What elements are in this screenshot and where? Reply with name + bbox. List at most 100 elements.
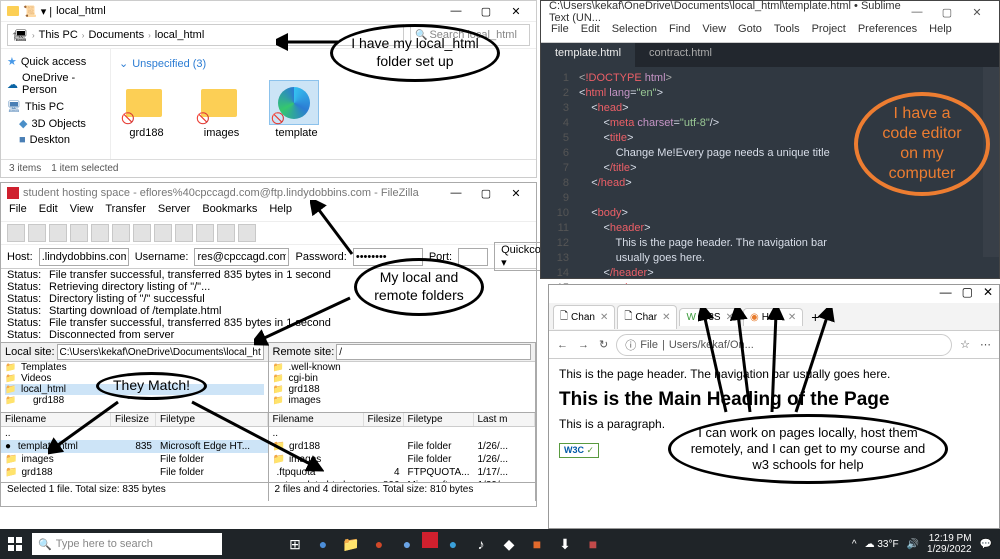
toolbar-button[interactable] <box>133 224 151 242</box>
tab-w3s[interactable]: W W3S✕ <box>679 308 741 326</box>
app-icon[interactable]: ⬇ <box>552 532 578 556</box>
crumb-localhtml[interactable]: local_html <box>155 29 205 41</box>
tree-item[interactable]: local_html <box>5 384 264 395</box>
toolbar-button[interactable] <box>175 224 193 242</box>
app-icon[interactable]: ♪ <box>468 532 494 556</box>
close-button[interactable]: ✕ <box>963 6 991 19</box>
group-header[interactable]: Unspecified (3) <box>119 53 528 74</box>
forward-button[interactable]: → <box>576 339 591 351</box>
user-input[interactable] <box>194 248 289 266</box>
menu-view[interactable]: View <box>702 23 726 42</box>
code-editor[interactable]: 123456789101112131415 <!DOCTYPE html> <h… <box>541 67 999 300</box>
app-icon[interactable]: ● <box>366 532 392 556</box>
start-button[interactable] <box>0 529 30 559</box>
minimap[interactable] <box>983 67 999 257</box>
list-item[interactable]: .ftpquota4FTPQUOTA...1/17/... <box>269 466 536 479</box>
tree-item[interactable]: grd188 <box>273 384 532 395</box>
menu-help[interactable]: Help <box>929 23 952 42</box>
toolbar-button[interactable] <box>70 224 88 242</box>
back-button[interactable]: ← <box>555 339 570 351</box>
toolbar-button[interactable] <box>238 224 256 242</box>
tree-item[interactable]: cgi-bin <box>273 373 532 384</box>
tab-change[interactable]: 🗋 Chan✕ <box>553 305 615 329</box>
list-item[interactable]: 📁grd188File folder <box>1 466 268 479</box>
tree-item[interactable]: images <box>273 395 532 406</box>
menu-server[interactable]: Server <box>158 203 190 221</box>
sidebar-3d-objects[interactable]: ◆3D Objects <box>7 115 104 132</box>
sidebar-onedrive[interactable]: ☁OneDrive - Person <box>7 70 104 98</box>
clock[interactable]: 12:19 PM1/29/2022 <box>927 533 972 555</box>
explorer-file[interactable]: grd188 <box>119 80 174 139</box>
menu-edit[interactable]: Edit <box>39 203 58 221</box>
toolbar-button[interactable] <box>91 224 109 242</box>
tree-item[interactable]: .well-known <box>273 362 532 373</box>
menu-selection[interactable]: Selection <box>612 23 657 42</box>
task-view-icon[interactable]: ⊞ <box>282 532 308 556</box>
menu-find[interactable]: Find <box>669 23 690 42</box>
maximize-button[interactable]: ▢ <box>472 5 500 18</box>
port-input[interactable] <box>458 248 488 266</box>
toolbar-button[interactable] <box>217 224 235 242</box>
menu-tools[interactable]: Tools <box>774 23 800 42</box>
weather-widget[interactable]: ☁ 33°F <box>865 539 899 550</box>
new-tab-button[interactable]: + <box>805 309 825 325</box>
tab-template[interactable]: template.html <box>541 43 635 67</box>
explorer-file[interactable]: template <box>269 80 324 139</box>
explorer-file[interactable]: images <box>194 80 249 139</box>
maximize-button[interactable]: ▢ <box>962 285 973 303</box>
toolbar-button[interactable] <box>28 224 46 242</box>
list-item[interactable]: .. <box>269 427 536 440</box>
crumb-thispc[interactable]: This PC <box>39 29 78 41</box>
app-icon[interactable]: 📁 <box>338 532 364 556</box>
tab-contract[interactable]: contract.html <box>635 43 726 67</box>
local-path-input[interactable] <box>57 344 264 360</box>
close-button[interactable]: ✕ <box>502 187 530 200</box>
close-button[interactable]: ✕ <box>983 285 993 303</box>
toolbar-button[interactable] <box>49 224 67 242</box>
app-icon[interactable]: ● <box>440 532 466 556</box>
list-item[interactable]: 📁imagesFile folder1/26/... <box>269 453 536 466</box>
app-icon[interactable] <box>422 532 438 548</box>
breadcrumb[interactable]: 🖥› This PC› Documents› local_html <box>7 24 404 46</box>
tab-char[interactable]: 🗋 Char✕ <box>617 305 677 329</box>
sidebar-this-pc[interactable]: 🖥This PC <box>7 98 104 115</box>
app-icon[interactable]: ◆ <box>496 532 522 556</box>
app-icon[interactable]: ● <box>394 532 420 556</box>
menu-goto[interactable]: Goto <box>738 23 762 42</box>
minimize-button[interactable]: — <box>903 6 931 19</box>
menu-view[interactable]: View <box>70 203 94 221</box>
app-icon[interactable]: ■ <box>524 532 550 556</box>
menu-project[interactable]: Project <box>812 23 846 42</box>
minimize-button[interactable]: — <box>442 187 470 200</box>
menu-file[interactable]: File <box>551 23 569 42</box>
tree-item[interactable]: Videos <box>5 373 264 384</box>
toolbar-button[interactable] <box>7 224 25 242</box>
close-button[interactable]: ✕ <box>502 5 530 18</box>
minimize-button[interactable]: — <box>940 285 952 303</box>
list-item[interactable]: 📁grd188File folder1/26/... <box>269 440 536 453</box>
menu-edit[interactable]: Edit <box>581 23 600 42</box>
list-item[interactable]: 📁imagesFile folder <box>1 453 268 466</box>
maximize-button[interactable]: ▢ <box>933 6 961 19</box>
taskbar-search[interactable]: 🔍 Type here to search <box>32 533 222 555</box>
reload-button[interactable]: ↻ <box>597 338 610 351</box>
sidebar-quick-access[interactable]: ★Quick access <box>7 53 104 70</box>
list-item[interactable]: ● template.html835Microsoft Edge HT... <box>1 440 268 453</box>
tree-item[interactable]: Templates <box>5 362 264 373</box>
list-item[interactable]: .. <box>1 427 268 440</box>
tab-home[interactable]: ◉ Hom✕ <box>743 308 803 326</box>
toolbar-button[interactable] <box>112 224 130 242</box>
list-item[interactable]: ● template.html806Microsoft ...1/29/... <box>269 479 536 482</box>
menu-bookmarks[interactable]: Bookmarks <box>202 203 257 221</box>
menu-file[interactable]: File <box>9 203 27 221</box>
minimize-button[interactable]: — <box>442 5 470 18</box>
app-icon[interactable]: ■ <box>580 532 606 556</box>
toolbar-button[interactable] <box>196 224 214 242</box>
tree-item[interactable]: grd188 <box>5 395 264 406</box>
menu-preferences[interactable]: Preferences <box>858 23 917 42</box>
menu-transfer[interactable]: Transfer <box>105 203 146 221</box>
menu-icon[interactable]: ⋯ <box>978 338 993 351</box>
search-input[interactable]: Search local_html <box>410 24 530 46</box>
crumb-documents[interactable]: Documents <box>88 29 144 41</box>
remote-path-input[interactable] <box>336 344 531 360</box>
